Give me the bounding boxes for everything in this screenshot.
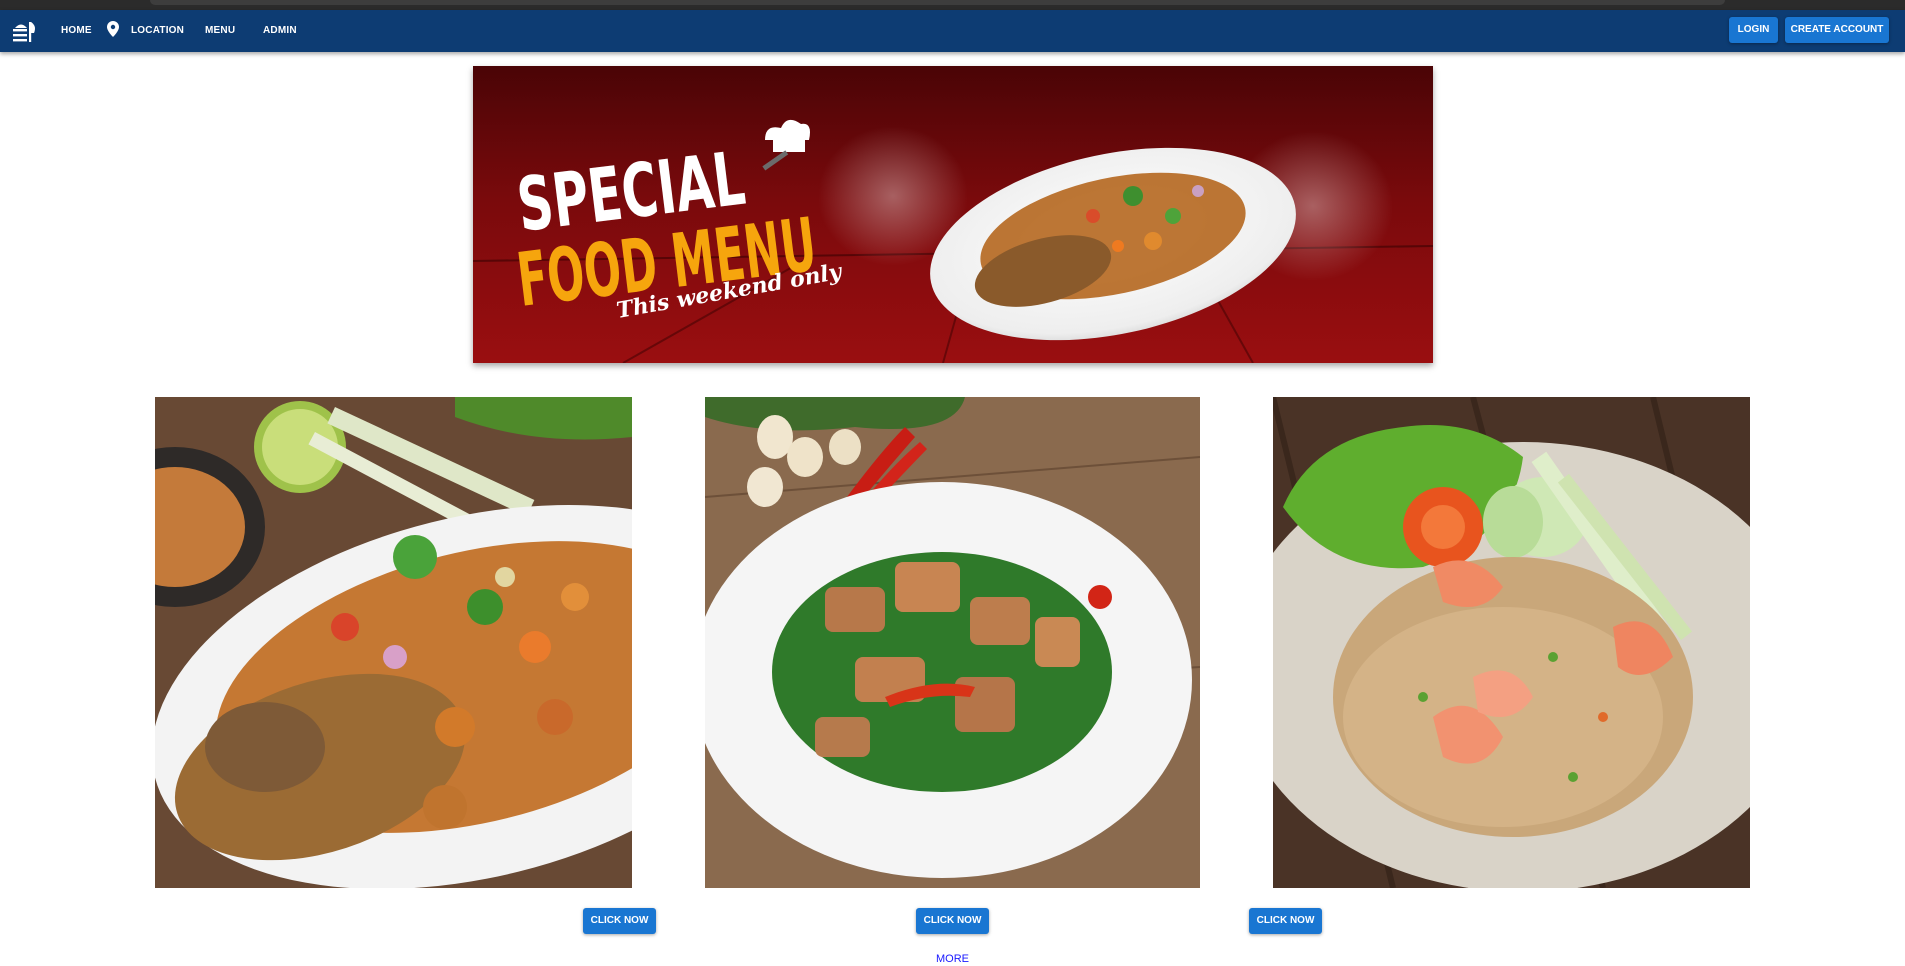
dish-3-click-now-button[interactable]: CLICK NOW <box>1249 908 1322 934</box>
top-navbar: HOME LOCATION MENU ADMIN <box>0 10 1905 52</box>
dish-photo-2[interactable] <box>705 397 1200 888</box>
nav-home-link[interactable]: HOME <box>61 10 92 52</box>
dish-photo-1[interactable] <box>155 397 632 888</box>
dish-photo-3[interactable] <box>1273 397 1750 888</box>
restaurant-logo-icon[interactable] <box>12 18 38 44</box>
nav-location-link[interactable]: LOCATION <box>131 10 184 52</box>
create-account-button[interactable]: CREATE ACCOUNT <box>1785 17 1889 43</box>
special-menu-banner[interactable]: SPECIAL FOOD MENU This weekend only <box>473 66 1433 363</box>
nav-menu-link[interactable]: MENU <box>205 10 235 52</box>
stir-fried-kale-pork-photo <box>705 397 1200 888</box>
fried-fish-salad-photo <box>155 397 632 888</box>
more-link[interactable]: MORE <box>0 953 1905 965</box>
map-pin-icon <box>107 21 119 37</box>
shrimp-fried-rice-photo <box>1273 397 1750 888</box>
login-button[interactable]: LOGIN <box>1729 17 1778 43</box>
banner-artwork: SPECIAL FOOD MENU This weekend only <box>473 119 1433 363</box>
browser-top-strip <box>0 0 1905 10</box>
dish-2-click-now-button[interactable]: CLICK NOW <box>916 908 989 934</box>
dish-1-click-now-button[interactable]: CLICK NOW <box>583 908 656 934</box>
nav-admin-link[interactable]: ADMIN <box>263 10 297 52</box>
